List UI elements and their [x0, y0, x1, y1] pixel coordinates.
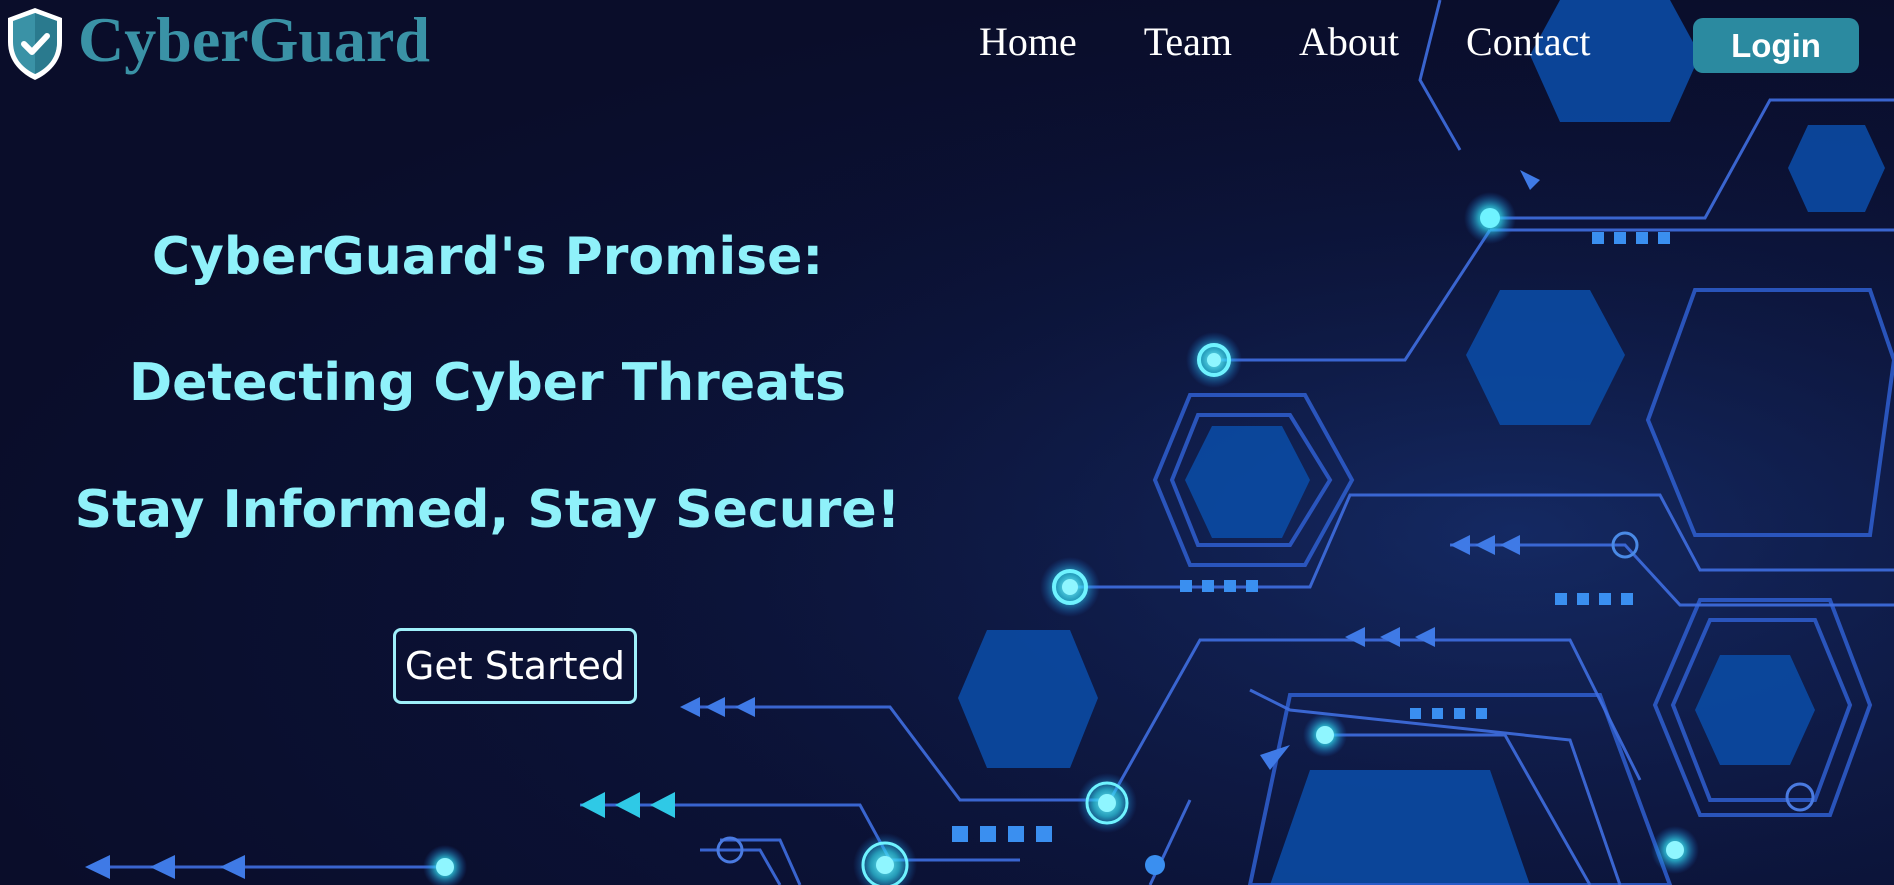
hero-tagline: Stay Informed, Stay Secure!: [74, 480, 901, 540]
brand[interactable]: CyberGuard: [4, 6, 430, 82]
nav-link-team[interactable]: Team: [1144, 18, 1232, 66]
nav-link-about[interactable]: About: [1299, 18, 1399, 66]
brand-name: CyberGuard: [78, 4, 430, 75]
nav-link-contact[interactable]: Contact: [1466, 18, 1590, 66]
login-button[interactable]: Login: [1693, 18, 1859, 73]
landing-page: CyberGuard Home Team About Contact Login…: [0, 0, 1894, 885]
nav-link-home[interactable]: Home: [979, 18, 1077, 66]
get-started-button[interactable]: Get Started: [393, 628, 637, 704]
main-nav: Home Team About Contact: [979, 18, 1590, 66]
hero-heading: CyberGuard's Promise:: [151, 227, 824, 287]
hero-subheading: Detecting Cyber Threats: [128, 353, 846, 413]
circuit-background: [0, 0, 1894, 885]
shield-check-icon: [8, 8, 62, 80]
